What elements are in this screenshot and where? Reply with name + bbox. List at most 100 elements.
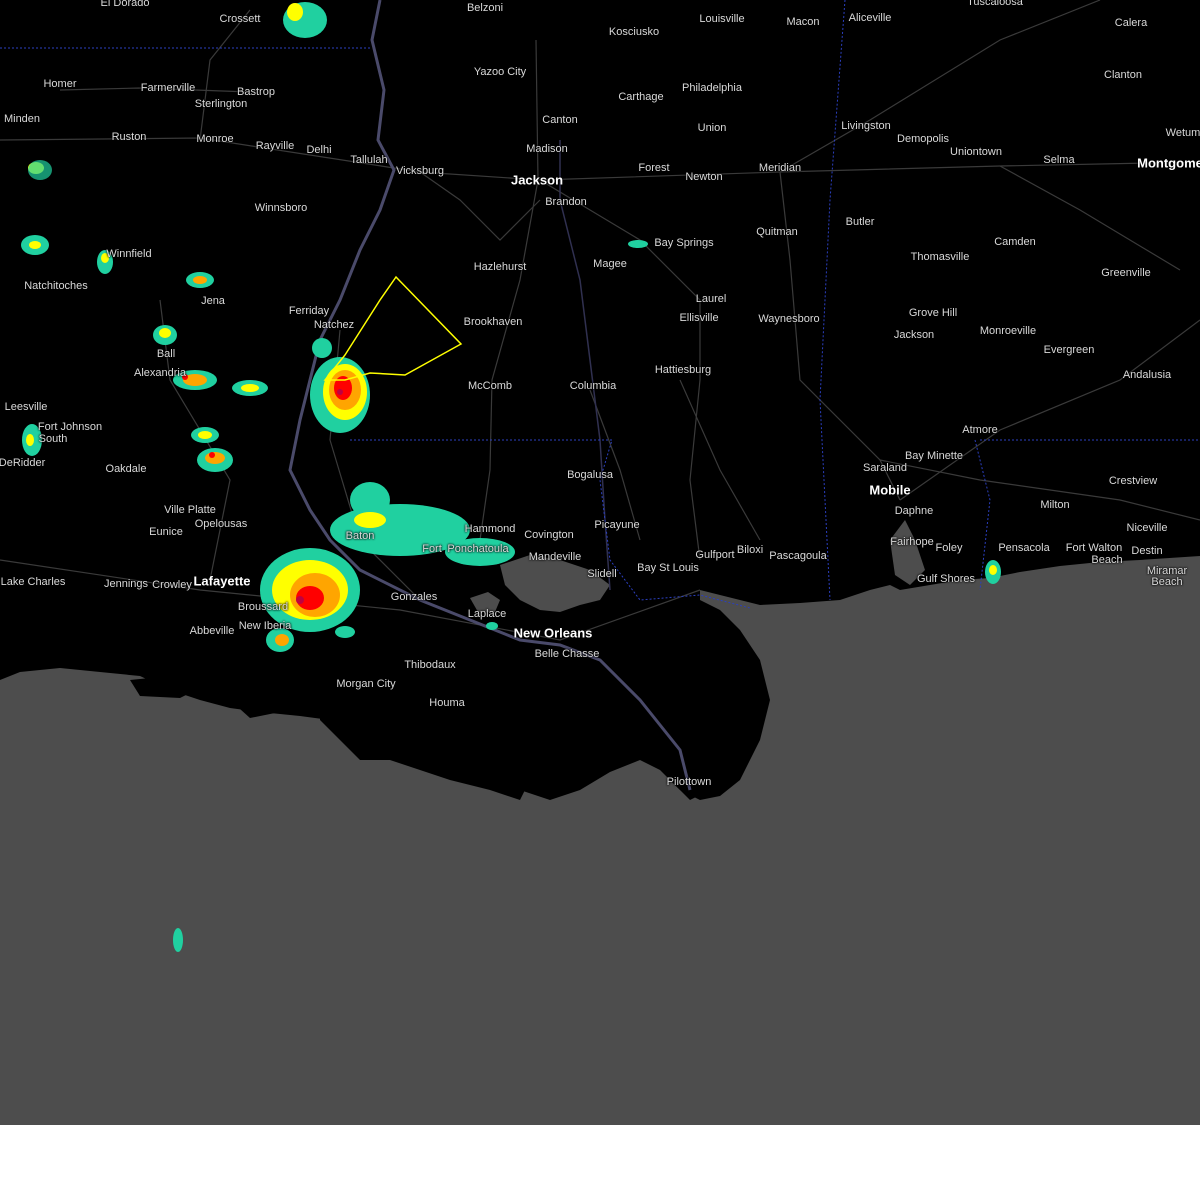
city-label: Delhi [306, 144, 332, 156]
city-label: Milton [1040, 499, 1070, 511]
city-label: Greenville [1101, 267, 1151, 279]
city-label: Homer [43, 78, 77, 90]
city-label: Monroe [196, 133, 234, 145]
city-label: Kosciusko [608, 26, 660, 38]
city-label: Belle Chasse [534, 648, 600, 660]
city-label: Jackson [893, 329, 935, 341]
city-label: Yazoo City [473, 66, 527, 78]
map-canvas [0, 0, 1200, 1125]
page-footer [0, 1125, 1200, 1200]
city-label: Alexandria [134, 367, 186, 379]
city-label: Clanton [1104, 69, 1142, 81]
city-label: Broussard [237, 601, 289, 613]
city-label: New Orleans [513, 625, 593, 641]
city-label: New Iberia [238, 620, 292, 632]
city-label: Saraland [862, 462, 908, 474]
city-label: Ellisville [679, 312, 719, 324]
city-label: Grove Hill [908, 307, 958, 319]
city-label: Gulfport [695, 549, 735, 561]
city-label: Monroeville [979, 325, 1037, 337]
city-label: Sterlington [194, 98, 248, 110]
city-label: Houma [429, 697, 465, 709]
city-label: Laplace [467, 608, 507, 620]
city-label: Carthage [618, 91, 664, 103]
city-label: Bay Springs [654, 237, 714, 249]
lake-pontchartrain [500, 555, 610, 612]
city-label: Mandeville [528, 551, 582, 563]
city-label: Biloxi [736, 544, 764, 556]
city-label: Ball [156, 348, 176, 360]
city-label: Ville Platte [164, 504, 216, 516]
city-label: South [38, 433, 68, 445]
city-label: Jackson [510, 172, 564, 188]
city-label: Morgan City [336, 678, 396, 690]
city-label: Magee [593, 258, 627, 270]
city-label: Thibodaux [404, 659, 456, 671]
city-label: Brookhaven [463, 316, 523, 328]
city-label: Eunice [149, 526, 183, 538]
city-label: Beach [1091, 554, 1123, 566]
city-label: Abbeville [189, 625, 235, 637]
city-label: Camden [994, 236, 1036, 248]
city-label: Rayville [255, 140, 295, 152]
city-label: Tuscaloosa [967, 0, 1023, 8]
city-label: Montgome [1137, 155, 1200, 171]
city-label: Ferriday [288, 305, 330, 317]
city-label: Livingston [841, 120, 891, 132]
city-label: Oakdale [105, 463, 147, 475]
city-label: Fairhope [890, 536, 934, 548]
city-label: Hazlehurst [473, 261, 527, 273]
city-label: Wetum [1165, 127, 1200, 139]
city-label: Niceville [1126, 522, 1168, 534]
city-label: Lafayette [193, 573, 251, 589]
city-label: Demopolis [897, 133, 949, 145]
city-label: Hattiesburg [654, 364, 712, 376]
city-label: Winnfield [106, 248, 152, 260]
city-label: Uniontown [950, 146, 1002, 158]
city-label: Macon [786, 16, 820, 28]
city-label: Canton [542, 114, 578, 126]
city-label: DeRidder [0, 457, 46, 469]
city-label: McComb [467, 380, 513, 392]
city-label: Pilottown [666, 776, 712, 788]
city-label: Atmore [962, 424, 998, 436]
city-label: Forest [638, 162, 670, 174]
city-label: Madison [526, 143, 568, 155]
city-label: Covington [524, 529, 574, 541]
city-label: Natchez [313, 319, 355, 331]
city-label: Crossett [219, 13, 261, 25]
city-label: Evergreen [1043, 344, 1095, 356]
city-label: Thomasville [910, 251, 970, 263]
city-label: Philadelphia [682, 82, 742, 94]
city-label: Beach [1151, 576, 1183, 588]
city-label: Pascagoula [769, 550, 827, 562]
city-label: Farmerville [140, 82, 196, 94]
city-label: Bay St Louis [637, 562, 699, 574]
city-label: Slidell [587, 568, 617, 580]
city-label: Leesville [4, 401, 48, 413]
city-label: Columbia [569, 380, 617, 392]
city-label: Union [697, 122, 727, 134]
city-label: Fort Johnson [37, 421, 103, 433]
city-label: Foley [935, 542, 963, 554]
city-label: Quitman [756, 226, 798, 238]
city-label: Minden [3, 113, 41, 125]
city-label: Fort Walton [1065, 542, 1123, 554]
city-label: Ponchatoula [447, 543, 509, 555]
city-label: Bay Minette [904, 450, 964, 462]
city-label: Waynesboro [758, 313, 820, 325]
city-label: Jennings [103, 578, 149, 590]
city-label: Brandon [545, 196, 587, 208]
city-label: Picayune [594, 519, 640, 531]
city-label: Butler [845, 216, 875, 228]
city-label: Mobile [869, 482, 911, 498]
city-label: Natchitoches [24, 280, 88, 292]
city-label: Destin [1131, 545, 1163, 557]
radar-map[interactable]: El Dorado Crossett Belzoni Kosciusko Lou… [0, 0, 1200, 1125]
city-label: Bastrop [237, 86, 275, 98]
city-label: Gulf Shores [916, 573, 976, 585]
city-label: Baton [345, 530, 375, 542]
city-label: Opelousas [194, 518, 248, 530]
city-label: Daphne [894, 505, 934, 517]
city-label: Crowley [152, 579, 192, 591]
